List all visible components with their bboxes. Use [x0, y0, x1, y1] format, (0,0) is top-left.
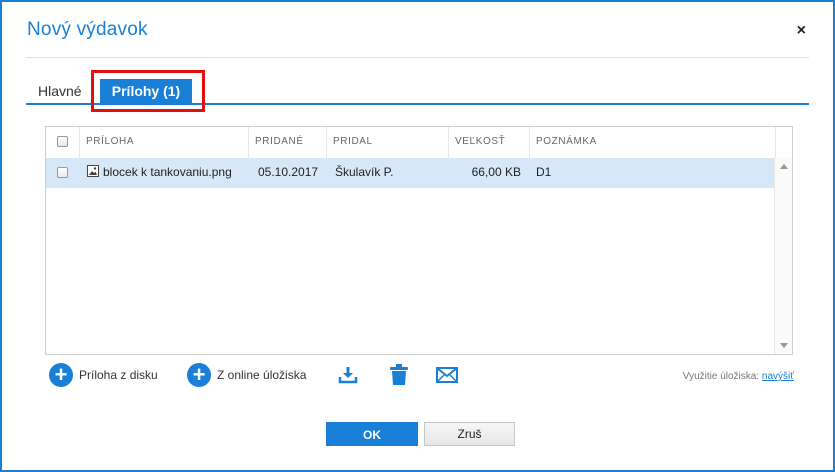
storage-usage-label: Využitie úložiska: — [682, 371, 760, 382]
attachment-toolbar: + Príloha z disku + Z online úložiska Vy… — [49, 362, 794, 388]
attachments-grid: PRÍLOHA PRIDANÉ PRIDAL VEĽKOSŤ POZNÁMKA … — [45, 126, 793, 355]
ok-button[interactable]: OK — [326, 422, 418, 446]
attachment-added: 05.10.2017 — [258, 165, 319, 179]
increase-storage-link[interactable]: navýšiť — [762, 371, 794, 382]
tab-bar: Hlavné Prílohy (1) — [26, 77, 809, 105]
attachment-note: D1 — [536, 165, 552, 179]
header-divider — [26, 57, 809, 58]
plus-icon: + — [49, 363, 73, 387]
row-checkbox[interactable] — [57, 167, 68, 178]
close-icon[interactable]: × — [797, 22, 806, 40]
tab-attachments[interactable]: Prílohy (1) — [100, 79, 192, 103]
column-header-size[interactable]: VEĽKOSŤ — [449, 127, 530, 158]
attachment-size: 66,00 KB — [471, 165, 521, 179]
grid-header: PRÍLOHA PRIDANÉ PRIDAL VEĽKOSŤ POZNÁMKA — [46, 127, 792, 159]
add-from-disk-button[interactable]: + Príloha z disku — [49, 362, 158, 388]
header-select-cell — [46, 127, 80, 158]
attachment-added-by: Škulavík P. — [335, 165, 394, 179]
plus-icon: + — [187, 363, 211, 387]
column-header-note[interactable]: POZNÁMKA — [530, 127, 776, 158]
add-from-online-label: Z online úložiska — [217, 368, 307, 382]
column-header-added[interactable]: PRIDANÉ — [249, 127, 327, 158]
attachment-filename[interactable]: blocek k tankovaniu.png — [103, 158, 232, 188]
table-row[interactable]: blocek k tankovaniu.png 05.10.2017 Škula… — [46, 158, 775, 188]
column-header-attachment[interactable]: PRÍLOHA — [80, 127, 249, 158]
cancel-button[interactable]: Zruš — [424, 422, 515, 446]
scroll-down-icon[interactable] — [780, 343, 788, 348]
dialog-title: Nový výdavok — [27, 19, 148, 40]
file-icon — [87, 158, 99, 188]
storage-usage: Využitie úložiska: navýšiť — [683, 371, 794, 382]
select-all-checkbox[interactable] — [57, 136, 68, 147]
envelope-icon[interactable] — [436, 362, 458, 388]
dialog: Nový výdavok × Hlavné Prílohy (1) PRÍLOH… — [0, 0, 835, 472]
scroll-up-icon[interactable] — [780, 164, 788, 169]
tab-main[interactable]: Hlavné — [38, 83, 82, 99]
vertical-scrollbar[interactable] — [774, 158, 792, 354]
trash-icon[interactable] — [390, 362, 408, 388]
download-icon[interactable] — [338, 362, 358, 388]
add-from-disk-label: Príloha z disku — [79, 368, 158, 382]
column-header-added-by[interactable]: PRIDAL — [327, 127, 449, 158]
add-from-online-button[interactable]: + Z online úložiska — [187, 362, 306, 388]
